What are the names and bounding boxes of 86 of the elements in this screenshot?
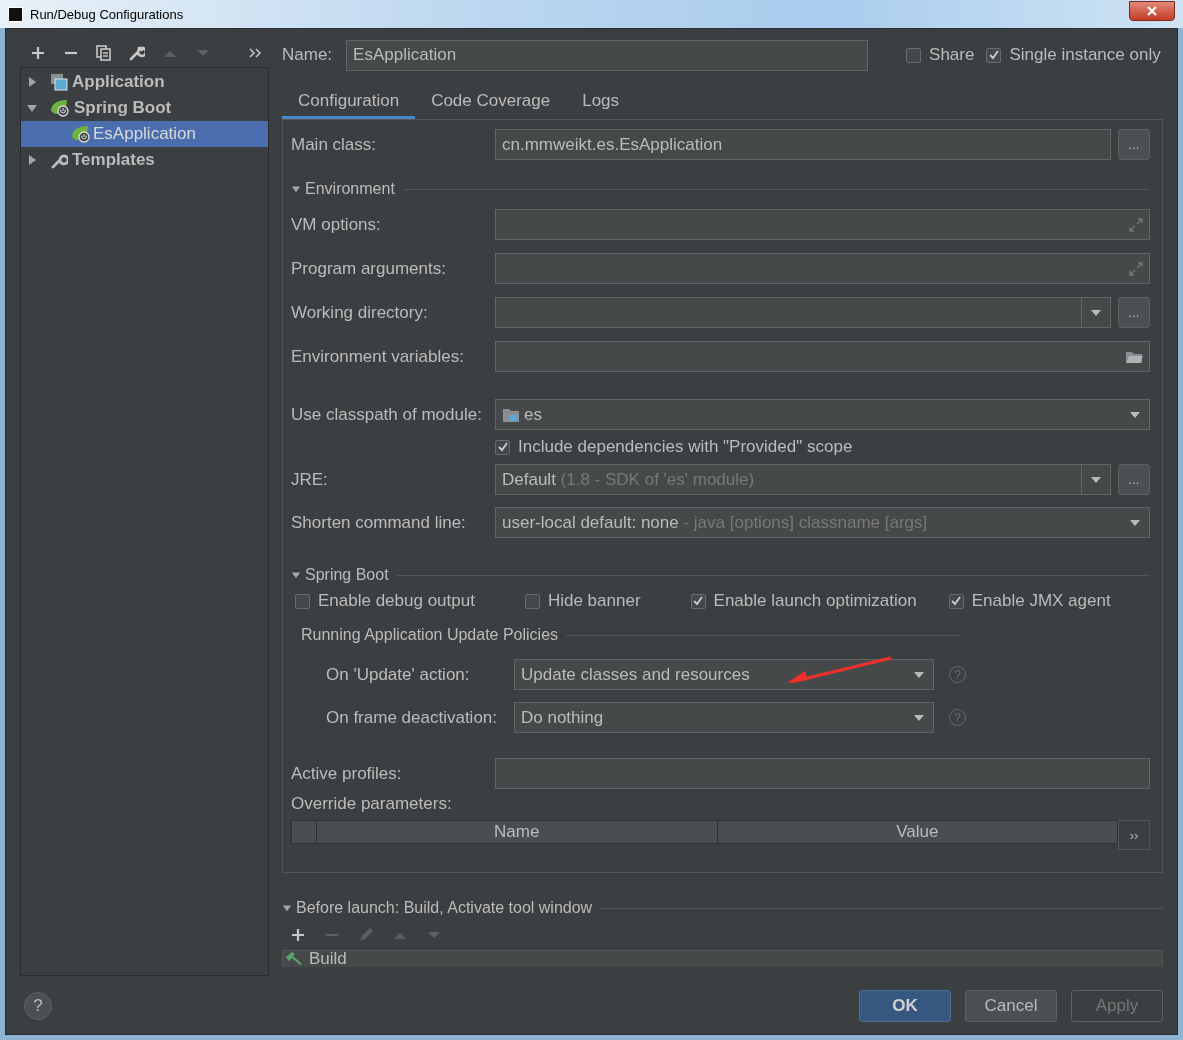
dialog-button[interactable]: Cancel bbox=[965, 990, 1057, 1022]
application-window-icon bbox=[50, 73, 68, 91]
tab[interactable]: Code Coverage bbox=[415, 85, 567, 119]
tab[interactable]: Logs bbox=[566, 85, 636, 119]
tree-item[interactable]: Application bbox=[21, 69, 268, 95]
group-title: Running Application Update Policies bbox=[301, 626, 559, 644]
browse-button[interactable]: ... bbox=[1118, 129, 1150, 160]
column-header: Value bbox=[895, 821, 940, 843]
field-label: On frame deactivation: bbox=[326, 707, 499, 728]
expand-button[interactable]: ›› bbox=[1118, 820, 1150, 850]
hammer-icon bbox=[285, 951, 303, 965]
checkbox-label: Single instance only bbox=[1009, 45, 1161, 65]
column-header: Name bbox=[317, 821, 718, 843]
expanded-arrow-icon[interactable] bbox=[26, 102, 38, 114]
field-label: Use classpath of module: bbox=[291, 404, 483, 425]
tree-item[interactable]: EsApplication bbox=[21, 121, 268, 147]
collapsed-arrow-icon[interactable] bbox=[26, 154, 38, 166]
section-toggle-icon[interactable] bbox=[291, 570, 301, 580]
dropdown[interactable]: Do nothing bbox=[514, 702, 934, 733]
checkbox[interactable] bbox=[524, 593, 540, 609]
help-button[interactable]: ? bbox=[24, 992, 52, 1020]
dropdown-value: Update classes and resources bbox=[521, 664, 750, 685]
field-label: VM options: bbox=[291, 214, 382, 235]
checkbox[interactable] bbox=[495, 439, 510, 455]
dropdown-arrow-icon[interactable] bbox=[913, 670, 925, 679]
copy-icon[interactable] bbox=[96, 45, 112, 61]
checkbox[interactable] bbox=[948, 593, 964, 609]
spring-leaf-icon bbox=[71, 125, 91, 143]
field-label: Name: bbox=[282, 45, 333, 65]
browse-button[interactable]: ... bbox=[1118, 297, 1150, 328]
section-title: Spring Boot bbox=[305, 566, 389, 584]
dropdown-value: Do nothing bbox=[521, 707, 604, 728]
dropdown-arrow-icon[interactable] bbox=[1129, 518, 1141, 527]
checkbox-label: Include dependencies with "Provided" scope bbox=[518, 437, 853, 457]
text-field[interactable] bbox=[495, 758, 1150, 789]
dropdown-arrow-icon[interactable] bbox=[1129, 410, 1141, 419]
section-toggle-icon[interactable] bbox=[282, 903, 292, 913]
task-item[interactable]: Build bbox=[283, 951, 1162, 967]
wrench-icon[interactable] bbox=[129, 45, 145, 61]
text-field[interactable] bbox=[495, 209, 1150, 240]
tab[interactable]: Configuration bbox=[282, 85, 416, 119]
text-field[interactable] bbox=[495, 253, 1150, 284]
dropdown-arrow-icon[interactable] bbox=[1090, 308, 1102, 317]
checkbox[interactable] bbox=[690, 593, 706, 609]
close-icon[interactable] bbox=[1147, 6, 1157, 16]
field-label: Environment variables: bbox=[291, 346, 465, 367]
folder-icon[interactable] bbox=[1125, 349, 1143, 364]
browse-button[interactable]: ... bbox=[1118, 464, 1150, 495]
field-label: Override parameters: bbox=[291, 794, 453, 815]
text-field[interactable]: cn.mmweikt.es.EsApplication bbox=[495, 129, 1111, 160]
dropdown[interactable]: es bbox=[495, 399, 1150, 430]
checkbox-label: Hide banner bbox=[547, 591, 641, 611]
app-logo-icon bbox=[8, 6, 23, 22]
dropdown[interactable]: Update classes and resources bbox=[514, 659, 934, 690]
section-toggle-icon[interactable] bbox=[291, 184, 301, 194]
add-icon[interactable] bbox=[290, 927, 306, 943]
section-title: Before launch: Build, Activate tool window bbox=[296, 899, 593, 917]
checkbox-label: Enable launch optimization bbox=[713, 591, 917, 611]
dialog-button[interactable]: OK bbox=[859, 990, 951, 1022]
checkbox-label: Share bbox=[929, 45, 975, 65]
field-label: JRE: bbox=[291, 469, 329, 490]
tree-item[interactable]: Templates bbox=[21, 147, 268, 173]
dropdown-arrow-icon[interactable] bbox=[1090, 475, 1102, 484]
checkbox-label: Enable JMX agent bbox=[971, 591, 1111, 611]
add-icon[interactable] bbox=[30, 45, 46, 61]
dropdown-arrow-icon[interactable] bbox=[913, 713, 925, 722]
field-label: Shorten command line: bbox=[291, 512, 467, 533]
spring-leaf-icon bbox=[50, 99, 70, 117]
collapsed-arrow-icon[interactable] bbox=[26, 76, 38, 88]
dropdown-value: es bbox=[524, 404, 542, 425]
field-label: Working directory: bbox=[291, 302, 429, 323]
checkbox[interactable] bbox=[295, 593, 310, 609]
window-title: Run/Debug Configurations bbox=[30, 6, 184, 22]
section-title: Environment bbox=[305, 180, 395, 198]
field-label: Active profiles: bbox=[291, 763, 403, 784]
field-label: Main class: bbox=[291, 134, 378, 155]
tree-item[interactable]: Spring Boot bbox=[21, 95, 268, 121]
module-folder-icon bbox=[502, 406, 520, 423]
field-label: Program arguments: bbox=[291, 258, 447, 279]
field-label: On 'Update' action: bbox=[326, 664, 471, 685]
close-button[interactable] bbox=[1129, 1, 1175, 21]
text-field[interactable] bbox=[495, 341, 1150, 372]
name-field[interactable]: EsApplication bbox=[346, 39, 869, 71]
checkbox[interactable] bbox=[986, 47, 1002, 63]
checkbox[interactable] bbox=[906, 47, 922, 63]
checkbox-label: Enable debug output bbox=[318, 591, 475, 611]
